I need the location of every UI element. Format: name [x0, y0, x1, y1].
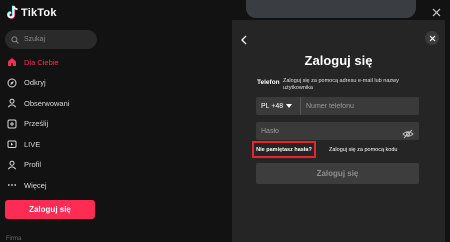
sidebar-nav: Dla Ciebie Odkryj Obserwowani Prześlij L… [4, 52, 104, 196]
country-code-select[interactable]: PL +48 [256, 97, 301, 115]
search-placeholder: Szukaj [24, 36, 46, 43]
login-modal: Zaloguj się Telefon Zaloguj się za pomoc… [232, 20, 445, 242]
close-icon [429, 35, 435, 41]
sidebar-item-following[interactable]: Obserwowani [4, 93, 104, 114]
more-icon [6, 180, 17, 191]
search-icon [11, 31, 19, 49]
modal-title: Zaloguj się [304, 53, 373, 68]
sidebar-login-button[interactable]: Zaloguj się [5, 200, 95, 219]
live-icon [6, 139, 17, 150]
feed-video-card [246, 0, 416, 18]
tab-email-login[interactable]: Zaloguj się za pomocą adresu e-mail lub … [283, 78, 413, 93]
tiktok-logo[interactable]: TikTok [6, 5, 57, 20]
profile-icon [6, 159, 17, 170]
login-with-code-link[interactable]: Zaloguj się za pomocą kodu [329, 147, 397, 153]
sidebar-item-more[interactable]: Więcej [4, 175, 104, 196]
sidebar-item-label: LIVE [24, 139, 41, 149]
home-icon [6, 57, 17, 68]
sidebar-item-for-you[interactable]: Dla Ciebie [4, 52, 104, 73]
sidebar-item-label: Profil [24, 160, 42, 170]
close-icon[interactable] [432, 4, 441, 17]
sidebar-item-upload[interactable]: Prześlij [4, 114, 104, 135]
back-arrow-icon[interactable] [240, 32, 248, 45]
search-bar[interactable]: Szukaj [5, 30, 97, 49]
sidebar: TikTok Szukaj Dla Ciebie Odkryj Obserwow… [0, 0, 108, 242]
phone-input-row: PL +48 [256, 97, 419, 115]
app-name: TikTok [21, 6, 57, 19]
sidebar-item-label: Dla Ciebie [24, 57, 59, 67]
modal-close-button[interactable] [425, 31, 439, 45]
login-submit-button[interactable]: Zaloguj się [256, 163, 419, 184]
caret-down-icon [286, 103, 293, 110]
sidebar-item-label: Obserwowani [24, 98, 70, 108]
sidebar-item-label: Więcej [24, 180, 47, 190]
upload-icon [6, 118, 17, 129]
sidebar-item-label: Odkryj [24, 78, 46, 88]
sidebar-footer-text: Firma [6, 236, 22, 242]
eye-slash-icon[interactable] [402, 126, 414, 139]
password-input[interactable] [256, 122, 402, 140]
tab-phone[interactable]: Telefon [257, 79, 280, 86]
sidebar-item-explore[interactable]: Odkryj [4, 73, 104, 94]
password-field [256, 122, 419, 140]
forgot-password-link[interactable]: Nie pamiętasz hasła? [252, 141, 316, 158]
sidebar-item-live[interactable]: LIVE [4, 134, 104, 155]
app-root: TikTok Szukaj Dla Ciebie Odkryj Obserwow… [0, 0, 450, 242]
sidebar-item-label: Prześlij [24, 119, 49, 129]
compass-icon [6, 77, 17, 88]
sidebar-item-profile[interactable]: Profil [4, 155, 104, 176]
tiktok-logo-icon [6, 5, 19, 20]
country-code-value: PL +48 [261, 102, 284, 110]
person-icon [6, 98, 17, 109]
phone-number-input[interactable] [301, 97, 419, 115]
